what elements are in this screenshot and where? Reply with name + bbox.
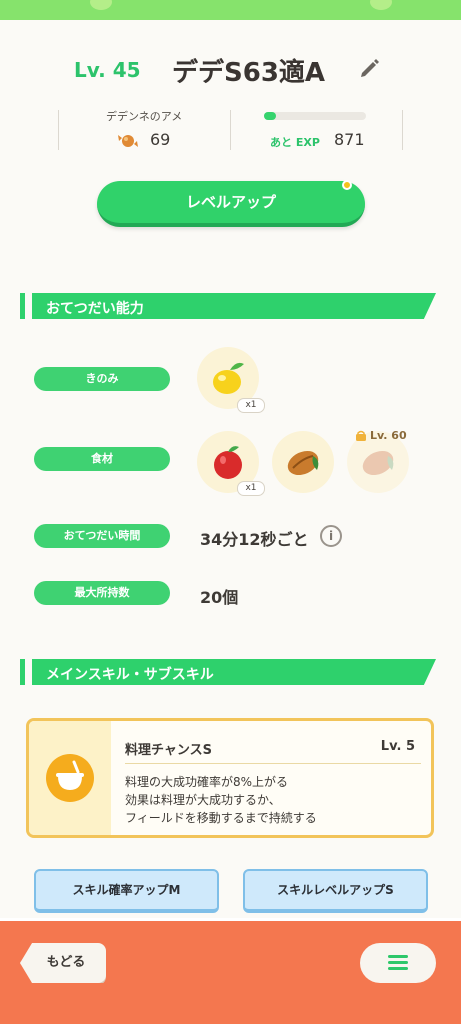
pencil-icon[interactable] [358,56,382,80]
carry-limit-label: 最大所持数 [34,581,170,605]
skill-description-line: フィールドを移動するまで持続する [125,811,317,825]
skills-section-header: メインスキル・サブスキル [20,659,436,685]
pokemon-header: Lv. 45 デデS63適A [0,52,461,88]
exp-value: 871 [334,130,365,149]
level-up-button[interactable]: レベルアップ [97,181,365,227]
leaf-decoration [370,0,392,10]
main-skill-level: Lv. 5 [380,739,415,754]
top-banner [0,0,461,20]
main-skill-name: 料理チャンスS [125,743,212,758]
sub-skill-button[interactable]: スキル確率アップM [34,869,219,913]
cooking-pot-icon [46,754,94,802]
ingredient-count-badge: x1 [237,481,265,496]
pokemon-name: デデS63適A [172,58,326,88]
menu-button[interactable] [360,943,436,983]
berry-count-badge: x1 [237,398,265,413]
section-title: メインスキル・サブスキル [46,667,214,683]
divider [402,110,403,150]
apple-icon [214,446,242,479]
divider [58,110,59,150]
menu-icon [388,955,408,958]
locked-level: Lv. 60 [370,429,407,442]
main-skill-card[interactable]: 料理チャンスS Lv. 5 料理の大成功確率が8%上がる 効果は料理が大成功する… [26,718,434,838]
section-bar [20,659,25,685]
sub-skill-button[interactable]: スキルレベルアップS [243,869,428,913]
cacao-icon [362,450,394,476]
candy-label: デデンネのアメ [106,110,183,123]
lemon-berry-icon [213,362,244,394]
help-time-label: おてつだい時間 [34,524,170,548]
candy-icon [118,135,138,147]
skill-description-line: 効果は料理が大成功するか、 [125,793,281,807]
section-bar [20,293,25,319]
cacao-icon [287,450,319,476]
lock-icon [356,430,366,441]
ingredient-label: 食材 [34,447,170,471]
exp-progress-fill [264,112,277,120]
helping-section-header: おてつだい能力 [20,293,436,319]
help-time-value: 34分12秒ごと [200,530,309,549]
leaf-decoration [90,0,112,10]
skill-description-line: 料理の大成功確率が8%上がる [125,775,289,789]
exp-label: あと EXP [270,136,320,149]
carry-limit-value: 20個 [200,588,239,607]
section-title: おてつだい能力 [46,301,144,317]
pokemon-level: Lv. 45 [74,58,141,82]
divider [125,763,421,764]
menu-icon [388,961,408,964]
stats-panel: デデンネのアメ 69 あと EXP 871 [58,108,403,152]
notification-dot [342,180,352,190]
ingredient-bubble[interactable] [272,431,334,493]
divider [230,110,231,150]
berry-label: きのみ [34,367,170,391]
candy-count: 69 [150,130,171,149]
exp-progress-bar [264,112,366,120]
footer-bar: もどる [0,918,461,1024]
menu-icon [388,967,408,970]
info-icon[interactable]: i [320,525,342,547]
back-button[interactable]: もどる [20,943,106,983]
